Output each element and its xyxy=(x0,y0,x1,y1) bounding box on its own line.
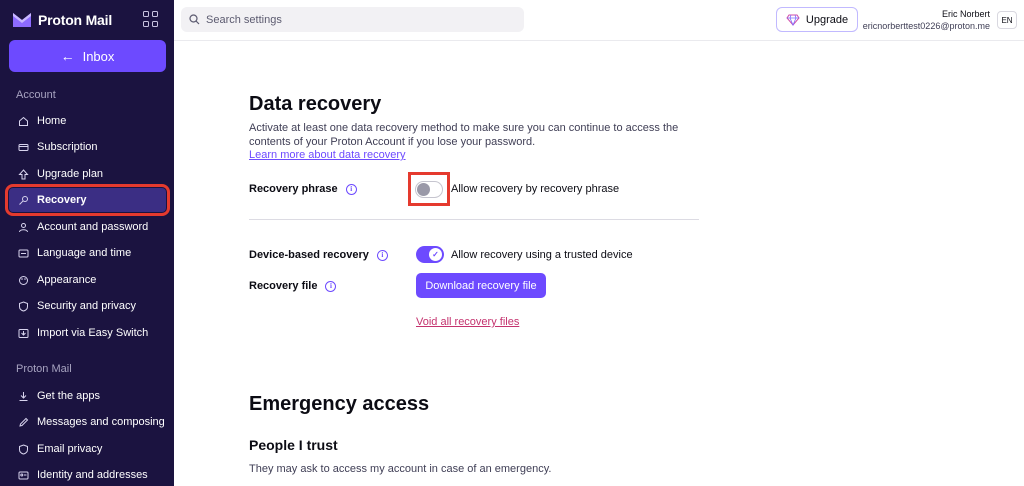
learn-more-link[interactable]: Learn more about data recovery xyxy=(249,149,406,161)
sidebar-item-label: Security and privacy xyxy=(37,300,137,312)
sidebar: Proton Mail ← Inbox Account Home Subscri… xyxy=(0,0,174,486)
language-selector[interactable]: EN xyxy=(997,11,1017,29)
people-i-trust-title: People I trust xyxy=(249,437,338,453)
sidebar-item-upgrade-plan[interactable]: Upgrade plan xyxy=(9,162,166,186)
sidebar-item-subscription[interactable]: Subscription xyxy=(9,135,166,159)
sidebar-item-label: Upgrade plan xyxy=(37,168,104,180)
download-icon xyxy=(18,391,29,402)
emergency-description: They may ask to access my account in cas… xyxy=(249,463,552,475)
recovery-file-label: Recovery file i xyxy=(249,280,337,292)
user-name: Eric Norbert xyxy=(941,9,990,19)
sidebar-item-label: Home xyxy=(37,115,67,127)
paint-icon xyxy=(18,275,29,286)
sidebar-item-label: Messages and composing xyxy=(37,416,165,428)
sidebar-item-label: Import via Easy Switch xyxy=(37,327,149,339)
emergency-access-title: Emergency access xyxy=(249,393,430,415)
download-recovery-file-button[interactable]: Download recovery file xyxy=(416,273,546,298)
shield-icon xyxy=(18,443,29,455)
upgrade-icon xyxy=(18,168,29,180)
search-input[interactable] xyxy=(206,13,506,26)
id-card-icon xyxy=(18,470,29,481)
section-label-account: Account xyxy=(16,89,56,101)
recovery-phrase-label-text: Recovery phrase xyxy=(249,183,338,195)
section-label-proton-mail: Proton Mail xyxy=(16,363,72,375)
page-title: Data recovery xyxy=(249,93,382,115)
page-description: Activate at least one data recovery meth… xyxy=(249,122,679,148)
device-recovery-label-text: Device-based recovery xyxy=(249,249,369,261)
pen-icon xyxy=(18,417,29,428)
sidebar-item-import-via-easy-switch[interactable]: Import via Easy Switch xyxy=(9,321,166,345)
language-icon xyxy=(18,248,29,259)
home-icon xyxy=(18,116,29,127)
device-recovery-toggle-text: Allow recovery using a trusted device xyxy=(451,249,633,261)
sidebar-item-messages-and-composing[interactable]: Messages and composing xyxy=(9,410,166,434)
info-icon[interactable]: i xyxy=(376,249,388,261)
user-menu[interactable]: Eric Norbert ericnorberttest0226@proton.… xyxy=(863,9,990,31)
sidebar-item-recovery[interactable]: Recovery xyxy=(5,184,170,216)
shield-icon xyxy=(18,300,29,312)
user-email: ericnorberttest0226@proton.me xyxy=(862,21,990,31)
back-to-inbox-button[interactable]: ← Inbox xyxy=(9,40,166,72)
sidebar-item-label: Language and time xyxy=(37,247,132,259)
sidebar-item-appearance[interactable]: Appearance xyxy=(9,268,166,292)
sidebar-item-security-and-privacy[interactable]: Security and privacy xyxy=(9,294,166,318)
import-icon xyxy=(18,328,29,339)
inbox-button-label: Inbox xyxy=(82,48,115,64)
search-icon xyxy=(189,14,200,25)
recovery-phrase-toggle[interactable] xyxy=(415,180,443,198)
sidebar-item-label: Appearance xyxy=(37,274,97,286)
void-recovery-files-link[interactable]: Void all recovery files xyxy=(416,316,519,328)
section-divider xyxy=(249,219,699,220)
sidebar-item-label: Account and password xyxy=(37,221,149,233)
sidebar-item-home[interactable]: Home xyxy=(9,109,166,133)
info-icon[interactable]: i xyxy=(325,280,337,292)
upgrade-button-label: Upgrade xyxy=(805,13,849,26)
sidebar-item-email-privacy[interactable]: Email privacy xyxy=(9,437,166,461)
sidebar-item-get-the-apps[interactable]: Get the apps xyxy=(9,384,166,408)
sidebar-item-identity-and-addresses[interactable]: Identity and addresses xyxy=(9,463,166,486)
brand[interactable]: Proton Mail xyxy=(12,10,112,30)
proton-logo-icon xyxy=(13,13,31,27)
recovery-file-label-text: Recovery file xyxy=(249,280,318,292)
diamond-icon xyxy=(786,14,800,26)
toggle-knob xyxy=(417,182,430,196)
sidebar-item-account-and-password[interactable]: Account and password xyxy=(9,215,166,239)
sidebar-item-label: Get the apps xyxy=(37,390,100,402)
apps-grid-icon[interactable] xyxy=(143,11,159,27)
header-divider xyxy=(174,40,1024,41)
card-icon xyxy=(18,142,29,153)
sidebar-item-label: Recovery xyxy=(37,194,87,206)
search-bar[interactable] xyxy=(181,7,524,32)
check-icon: ✓ xyxy=(429,248,442,261)
recovery-phrase-toggle-text: Allow recovery by recovery phrase xyxy=(451,183,620,195)
brand-name: Proton Mail xyxy=(38,12,113,28)
device-recovery-toggle[interactable]: ✓ xyxy=(416,246,444,263)
user-icon xyxy=(18,222,29,233)
device-recovery-label: Device-based recovery i xyxy=(249,249,388,261)
recovery-phrase-toggle-highlight xyxy=(408,172,450,206)
arrow-left-icon: ← xyxy=(60,48,75,64)
sidebar-item-label: Email privacy xyxy=(37,443,103,455)
sidebar-item-language-and-time[interactable]: Language and time xyxy=(9,241,166,265)
recovery-phrase-label: Recovery phrase i xyxy=(249,183,357,195)
key-icon xyxy=(18,195,29,206)
sidebar-item-label: Identity and addresses xyxy=(37,469,148,481)
sidebar-item-label: Subscription xyxy=(37,141,98,153)
upgrade-button[interactable]: Upgrade xyxy=(776,7,858,32)
info-icon[interactable]: i xyxy=(345,183,357,195)
